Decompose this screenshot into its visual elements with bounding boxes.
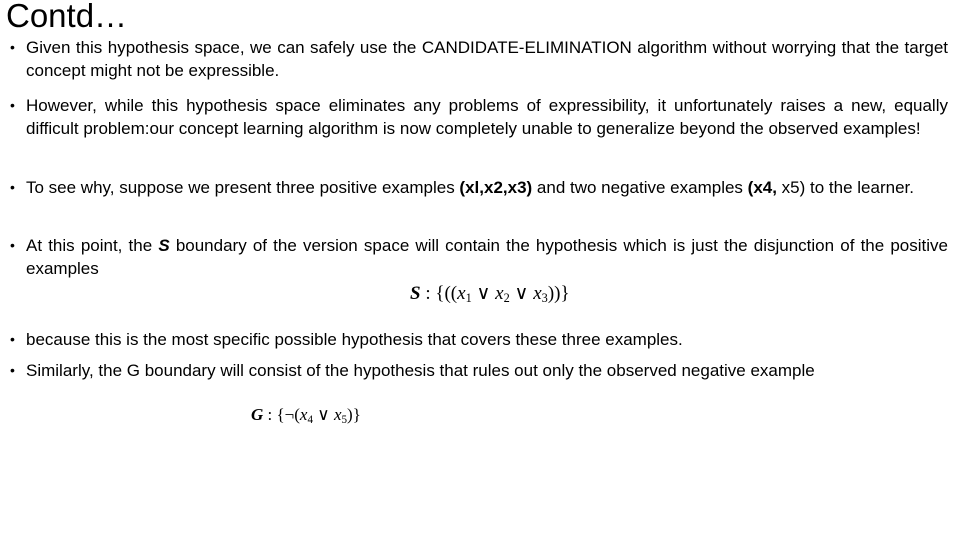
formula-part: : {¬( [263, 405, 300, 424]
bullet-text: because this is the most specific possib… [26, 330, 683, 349]
negative-example-label: (x4, [747, 178, 777, 197]
bullet-text: To see why, suppose we present three pos… [26, 178, 460, 197]
bullet-item: • Given this hypothesis space, we can sa… [8, 36, 948, 82]
bullet-icon: • [10, 362, 15, 378]
bullet-item: • However, while this hypothesis space e… [8, 94, 948, 140]
bullet-text: Given this hypothesis space, we can safe… [26, 38, 948, 80]
formula-variable: x [495, 283, 504, 304]
formula-operator: ∨ [471, 283, 496, 304]
bullet-text: Similarly, the G boundary will consist o… [26, 361, 815, 380]
formula-variable: x [457, 283, 466, 304]
bullet-text: x5) to the learner. [776, 178, 914, 197]
bullet-icon: • [10, 39, 15, 55]
formula-operator: ∨ [509, 283, 534, 304]
slide: Contd… • Given this hypothesis space, we… [0, 0, 960, 540]
bullet-text: However, while this hypothesis space eli… [26, 96, 948, 138]
slide-title: Contd… [6, 0, 128, 34]
s-boundary-symbol: S [158, 236, 170, 255]
positive-examples-label: (xl,x2,x3) [459, 178, 533, 197]
formula-symbol: S [410, 283, 421, 304]
bullet-text: At this point, the [26, 236, 159, 255]
formula-part: : {(( [420, 283, 458, 304]
bullet-icon: • [10, 237, 15, 253]
formula-part: )} [347, 405, 361, 424]
bullet-item: • At this point, the S boundary of the v… [8, 234, 948, 280]
bullet-icon: • [10, 179, 15, 195]
bullet-text: and two negative examples [532, 178, 748, 197]
formula-variable: x [533, 283, 542, 304]
bullet-icon: • [10, 97, 15, 113]
s-boundary-formula: S : {((x1 ∨ x2 ∨ x3))} [410, 282, 570, 306]
formula-operator: ∨ [313, 405, 334, 424]
bullet-item: • To see why, suppose we present three p… [8, 176, 914, 199]
bullet-item: • Similarly, the G boundary will consist… [8, 359, 815, 382]
formula-part: ))} [547, 283, 570, 304]
g-boundary-formula: G : {¬(x4 ∨ x5)} [251, 405, 361, 426]
bullet-item: • because this is the most specific poss… [8, 328, 683, 351]
formula-symbol: G [251, 405, 264, 424]
formula-variable: x [333, 405, 342, 424]
bullet-icon: • [10, 331, 15, 347]
